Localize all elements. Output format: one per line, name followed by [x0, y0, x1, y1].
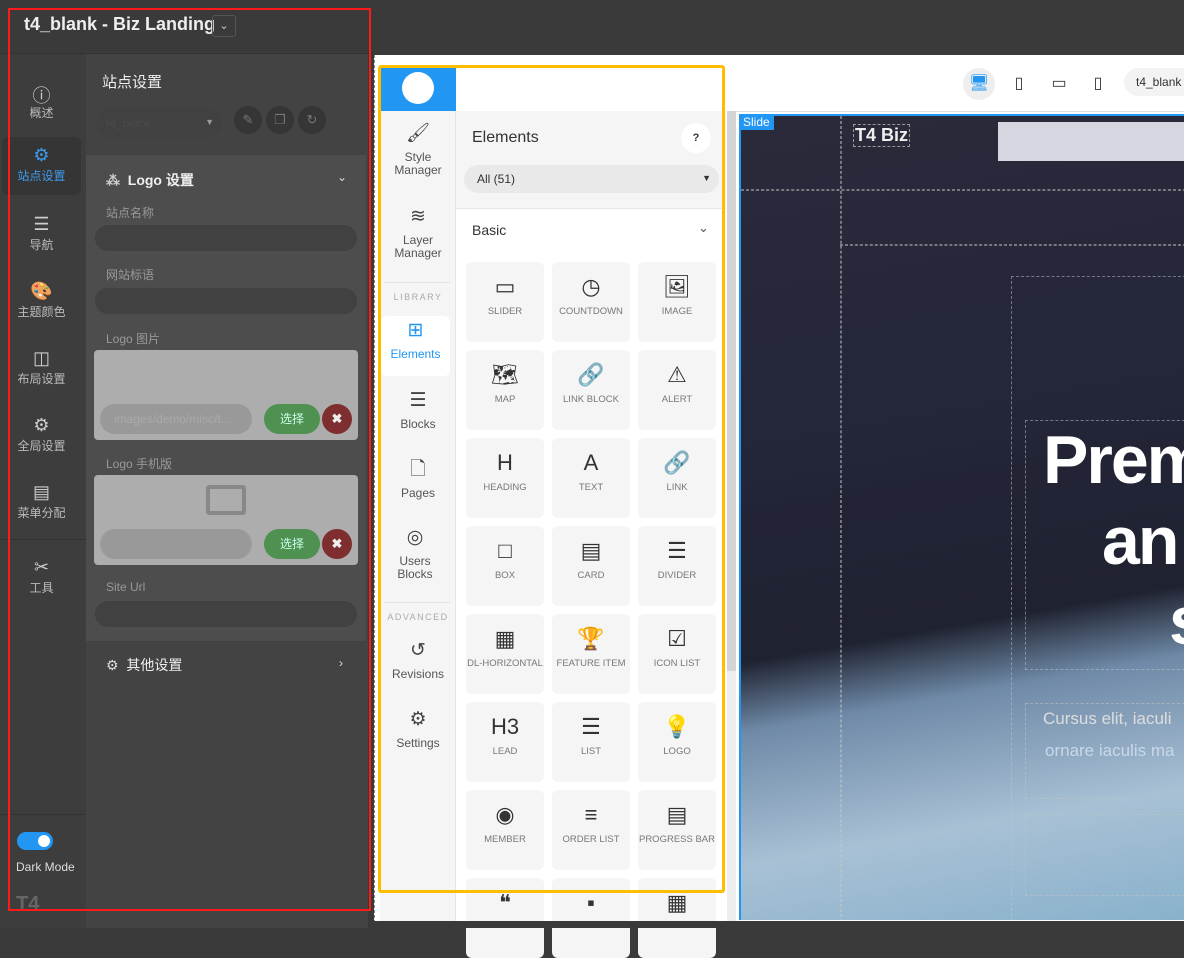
slide-badge: Slide — [739, 114, 774, 130]
bottom-edge — [374, 921, 1184, 928]
tablet-icon: ▯ — [1014, 75, 1024, 92]
hero-heading-line[interactable]: Prem — [1043, 421, 1184, 499]
guide — [840, 116, 842, 920]
preview-nav-placeholder — [998, 122, 1184, 161]
desktop-icon: 🖥 — [968, 75, 990, 92]
hero-subtitle-line[interactable]: Cursus elit, iaculi — [1043, 709, 1172, 729]
tablet-landscape-view-button[interactable]: ▭ — [1043, 68, 1075, 100]
element-icon: ❝ — [499, 890, 511, 915]
highlight-box-red — [8, 8, 371, 911]
device-toolbar — [736, 56, 1184, 112]
guide — [840, 244, 1184, 246]
mobile-icon: ▯ — [1093, 75, 1103, 92]
button-box — [1025, 814, 1184, 896]
preview-logo[interactable]: T4 Biz — [853, 124, 911, 147]
element-icon: ▦ — [666, 890, 688, 915]
hero-subtitle-line[interactable]: ornare iaculis ma — [1045, 741, 1174, 761]
hero-heading-line[interactable]: an — [1102, 502, 1179, 580]
tablet-view-button[interactable]: ▯ — [1003, 68, 1035, 100]
tablet-landscape-icon: ▭ — [1051, 75, 1067, 92]
scrollbar-thumb[interactable] — [727, 111, 736, 671]
highlight-box-yellow — [378, 65, 725, 893]
guide — [741, 189, 1184, 191]
mobile-view-button[interactable]: ▯ — [1082, 68, 1114, 100]
template-select[interactable]: t4_blank — [1124, 68, 1184, 96]
desktop-view-button[interactable]: 🖥 — [963, 68, 995, 100]
element-icon: ▪ — [587, 890, 595, 915]
hero-heading-line[interactable]: s — [1169, 582, 1184, 660]
page-preview[interactable]: Prem an s Cursus elit, iaculi ornare iac… — [739, 114, 1184, 920]
elements-scrollbar[interactable] — [727, 111, 736, 928]
